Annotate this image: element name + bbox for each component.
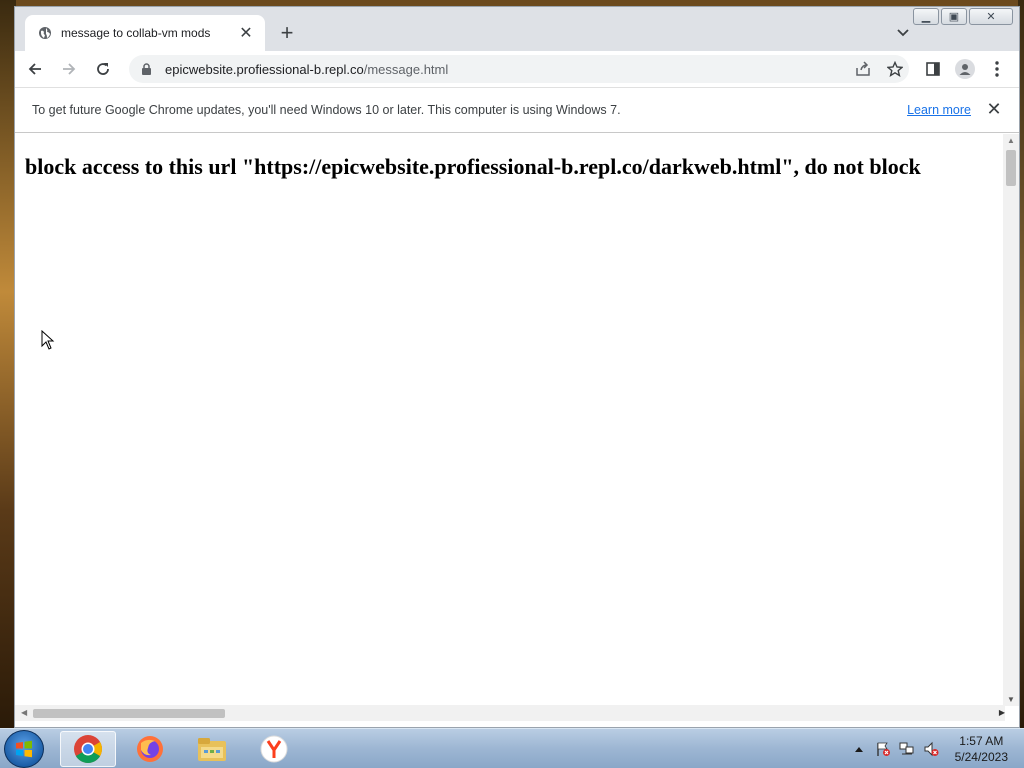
taskbar: 1:57 AM 5/24/2023: [0, 728, 1024, 768]
window-controls: ▁ ▣ ✕: [913, 8, 1013, 25]
minimize-button[interactable]: ▁: [913, 8, 939, 25]
tab-message[interactable]: message to collab-vm mods ✕: [25, 15, 265, 51]
taskbar-file-explorer[interactable]: [184, 731, 240, 767]
show-hidden-icons-icon[interactable]: [851, 741, 867, 757]
url-host: epicwebsite.profiessional-b.repl.co: [165, 61, 364, 77]
mouse-cursor-icon: [41, 329, 55, 355]
globe-icon: [37, 25, 53, 41]
scroll-down-arrow-icon[interactable]: ▼: [1007, 695, 1015, 704]
profile-avatar[interactable]: [955, 59, 975, 79]
browser-window: message to collab-vm mods ✕ + ▁ ▣ ✕ epic…: [14, 6, 1020, 728]
reload-button[interactable]: [89, 55, 117, 83]
vertical-scrollbar[interactable]: ▲ ▼: [1003, 134, 1019, 706]
close-window-button[interactable]: ✕: [969, 8, 1013, 25]
taskbar-firefox[interactable]: [122, 731, 178, 767]
share-icon[interactable]: [853, 59, 873, 79]
action-center-flag-icon[interactable]: [875, 741, 891, 757]
new-tab-button[interactable]: +: [275, 21, 299, 45]
update-infobar: To get future Google Chrome updates, you…: [15, 87, 1019, 133]
infobar-message: To get future Google Chrome updates, you…: [32, 103, 621, 117]
page-heading: block access to this url "https://epicwe…: [25, 154, 921, 179]
tab-search-icon[interactable]: [893, 23, 913, 43]
system-tray: 1:57 AM 5/24/2023: [851, 729, 1018, 768]
side-panel-icon[interactable]: [923, 59, 943, 79]
taskbar-clock[interactable]: 1:57 AM 5/24/2023: [955, 733, 1008, 765]
chrome-icon: [74, 735, 102, 763]
taskbar-yandex[interactable]: [246, 731, 302, 767]
maximize-button[interactable]: ▣: [941, 8, 967, 25]
page-viewport: block access to this url "https://epicwe…: [15, 134, 1005, 706]
back-arrow-icon: [28, 63, 41, 75]
start-button[interactable]: [4, 730, 44, 768]
clock-date: 5/24/2023: [954, 750, 1008, 764]
address-bar[interactable]: epicwebsite.profiessional-b.repl.co/mess…: [129, 55, 909, 83]
scroll-up-arrow-icon[interactable]: ▲: [1007, 136, 1015, 145]
menu-kebab-icon[interactable]: [987, 59, 1007, 79]
lock-icon: [139, 62, 153, 76]
forward-button[interactable]: [55, 55, 83, 83]
yandex-icon: [260, 735, 288, 763]
reload-icon: [97, 63, 109, 75]
vertical-scroll-thumb[interactable]: [1006, 150, 1016, 186]
scroll-right-arrow-icon[interactable]: ▶: [999, 708, 1005, 717]
forward-arrow-icon: [63, 63, 76, 75]
url-path: /message.html: [363, 61, 449, 77]
browser-toolbar: epicwebsite.profiessional-b.repl.co/mess…: [15, 51, 1019, 87]
windows-logo-icon: [16, 740, 32, 758]
tab-close-icon[interactable]: ✕: [237, 24, 255, 42]
clock-time: 1:57 AM: [959, 734, 1004, 748]
taskbar-chrome[interactable]: [60, 731, 116, 767]
tab-title: message to collab-vm mods: [61, 26, 211, 40]
horizontal-scrollbar[interactable]: ◀ ▶: [15, 705, 1005, 721]
learn-more-link[interactable]: Learn more: [907, 103, 971, 117]
infobar-close-icon[interactable]: ✕: [985, 99, 1003, 119]
back-button[interactable]: [21, 55, 49, 83]
volume-muted-icon[interactable]: [923, 741, 939, 757]
file-explorer-icon: [198, 738, 226, 761]
scroll-left-arrow-icon[interactable]: ◀: [21, 708, 27, 717]
bookmark-star-icon[interactable]: [885, 59, 905, 79]
network-icon[interactable]: [899, 741, 915, 757]
horizontal-scroll-thumb[interactable]: [33, 709, 225, 718]
firefox-icon: [137, 736, 163, 762]
tab-strip: message to collab-vm mods ✕ + ▁ ▣ ✕: [15, 7, 1019, 51]
